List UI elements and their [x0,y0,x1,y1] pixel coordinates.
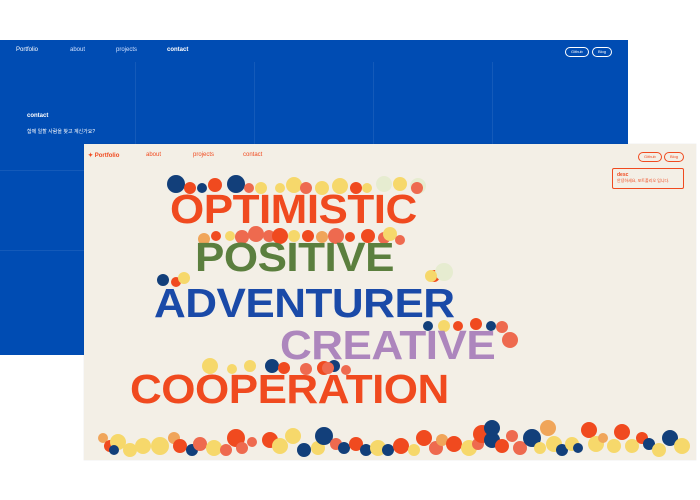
decorative-dot [236,442,248,454]
github-button[interactable]: Github [565,47,589,57]
desc-box: desc 안녕하세요, 포트폴리오 입니다. [612,168,684,189]
decorative-dot [338,442,350,454]
nav-contact[interactable]: contact [167,47,188,53]
word-positive: POSITIVE [195,235,394,281]
word-optimistic: OPTIMISTIC [170,187,417,233]
decorative-dot [285,428,301,444]
decorative-dot [135,438,151,454]
nav-about[interactable]: about [146,152,161,158]
decorative-dot [206,440,222,456]
decorative-dot [652,443,666,457]
nav-projects[interactable]: projects [116,47,137,53]
blog-button[interactable]: Blog [664,152,685,162]
decorative-dot [484,420,500,436]
decorative-dot [540,420,556,436]
decorative-dot [495,439,509,453]
decorative-dot [408,444,420,456]
contact-heading: contact [27,113,49,119]
decorative-dot [151,437,169,455]
decorative-dot [220,444,232,456]
nav-contact[interactable]: contact [243,152,262,158]
decorative-dot [598,433,608,443]
github-button[interactable]: Github [638,152,662,162]
decorative-dot [534,442,546,454]
decorative-dot [416,430,432,446]
desc-text: 안녕하세요, 포트폴리오 입니다. [617,178,670,183]
top-nav: Portfolio about projects contact Github … [0,40,628,62]
star-icon: ✦ [88,153,94,159]
portfolio-home-window: ✦ Portfolio about projects contact Githu… [84,144,696,460]
brand-link[interactable]: ✦ Portfolio [88,152,119,159]
brand-link[interactable]: Portfolio [16,47,38,53]
decorative-dot [581,422,597,438]
decorative-dot [173,439,187,453]
top-nav: ✦ Portfolio about projects contact Githu… [84,144,696,166]
decorative-dot [674,438,690,454]
decorative-dot [496,321,508,333]
nav-about[interactable]: about [70,47,85,53]
decorative-dot [193,437,207,451]
brand-label: Portfolio [94,153,120,159]
decorative-dot [435,263,453,281]
decorative-dot [360,444,372,456]
decorative-dot [247,437,257,447]
word-adventurer: ADVENTURER [154,281,455,327]
decorative-dot [393,438,409,454]
decorative-dot [395,235,405,245]
blog-button[interactable]: Blog [592,47,613,57]
decorative-dot [425,270,437,282]
decorative-dot [573,443,583,453]
decorative-dot [614,424,630,440]
decorative-dot [382,444,394,456]
decorative-dot [272,438,288,454]
word-creative: CREATIVE [280,323,496,369]
decorative-dot [123,443,137,457]
decorative-dot [297,443,311,457]
nav-projects[interactable]: projects [193,152,214,158]
decorative-dot [607,439,621,453]
word-cooperation: COOPERATION [130,367,449,413]
decorative-dot [109,445,119,455]
decorative-dot [502,332,518,348]
contact-text: 함께 일할 사람을 찾고 계신가요? [27,129,96,135]
decorative-dot [506,430,518,442]
decorative-dot [446,436,462,452]
